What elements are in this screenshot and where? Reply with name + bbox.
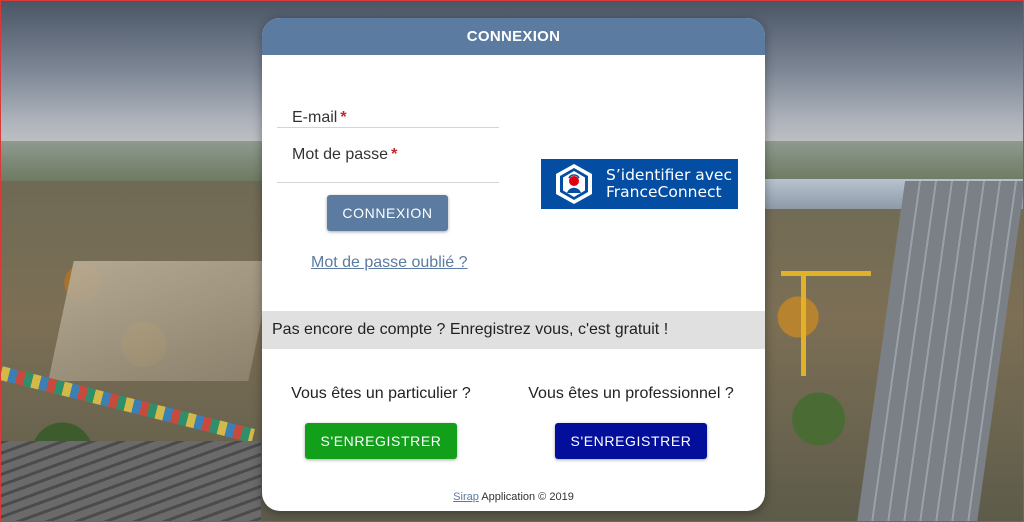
register-section: Vous êtes un particulier ? S'ENREGISTRER… bbox=[262, 349, 765, 511]
password-field[interactable]: Mot de passe * bbox=[277, 128, 499, 183]
franceconnect-line2: FranceConnect bbox=[606, 183, 722, 201]
forgot-password-link[interactable]: Mot de passe oublié ? bbox=[311, 254, 468, 272]
franceconnect-label: S’identifier avec FranceConnect bbox=[606, 167, 732, 201]
login-button[interactable]: CONNEXION bbox=[327, 195, 448, 231]
signup-banner: Pas encore de compte ? Enregistrez vous,… bbox=[262, 311, 765, 349]
signup-banner-text: Pas encore de compte ? Enregistrez vous,… bbox=[272, 321, 669, 338]
footer-brand-link[interactable]: Sirap bbox=[453, 491, 479, 503]
card-header: CONNEXION bbox=[262, 18, 765, 55]
email-field[interactable]: E-mail * bbox=[277, 72, 499, 128]
login-card: CONNEXION E-mail * Mot de passe * CONNEXIO… bbox=[262, 18, 765, 511]
register-individual: Vous êtes un particulier ? S'ENREGISTRER bbox=[286, 349, 476, 459]
background-railway bbox=[1, 441, 261, 521]
franceconnect-logo-icon bbox=[556, 164, 592, 204]
email-input[interactable] bbox=[277, 72, 499, 127]
franceconnect-button[interactable]: S’identifier avec FranceConnect bbox=[541, 159, 738, 209]
register-professional: Vous êtes un professionnel ? S'ENREGISTR… bbox=[526, 349, 736, 459]
franceconnect-line1: S’identifier avec bbox=[606, 166, 732, 184]
register-professional-button[interactable]: S'ENREGISTRER bbox=[555, 423, 707, 459]
background-crane-arm bbox=[781, 271, 871, 276]
login-section: E-mail * Mot de passe * CONNEXION Mot de p… bbox=[262, 55, 765, 311]
individual-question: Vous êtes un particulier ? bbox=[291, 385, 471, 402]
footer-copyright: Application © 2019 bbox=[481, 491, 574, 503]
professional-question: Vous êtes un professionnel ? bbox=[528, 385, 734, 402]
card-title: CONNEXION bbox=[466, 28, 561, 45]
background-construction-site bbox=[48, 261, 274, 381]
footer: Sirap Application © 2019 bbox=[262, 491, 765, 503]
register-individual-button[interactable]: S'ENREGISTRER bbox=[305, 423, 457, 459]
background-crane-mast bbox=[801, 276, 806, 376]
password-input[interactable] bbox=[277, 128, 499, 182]
